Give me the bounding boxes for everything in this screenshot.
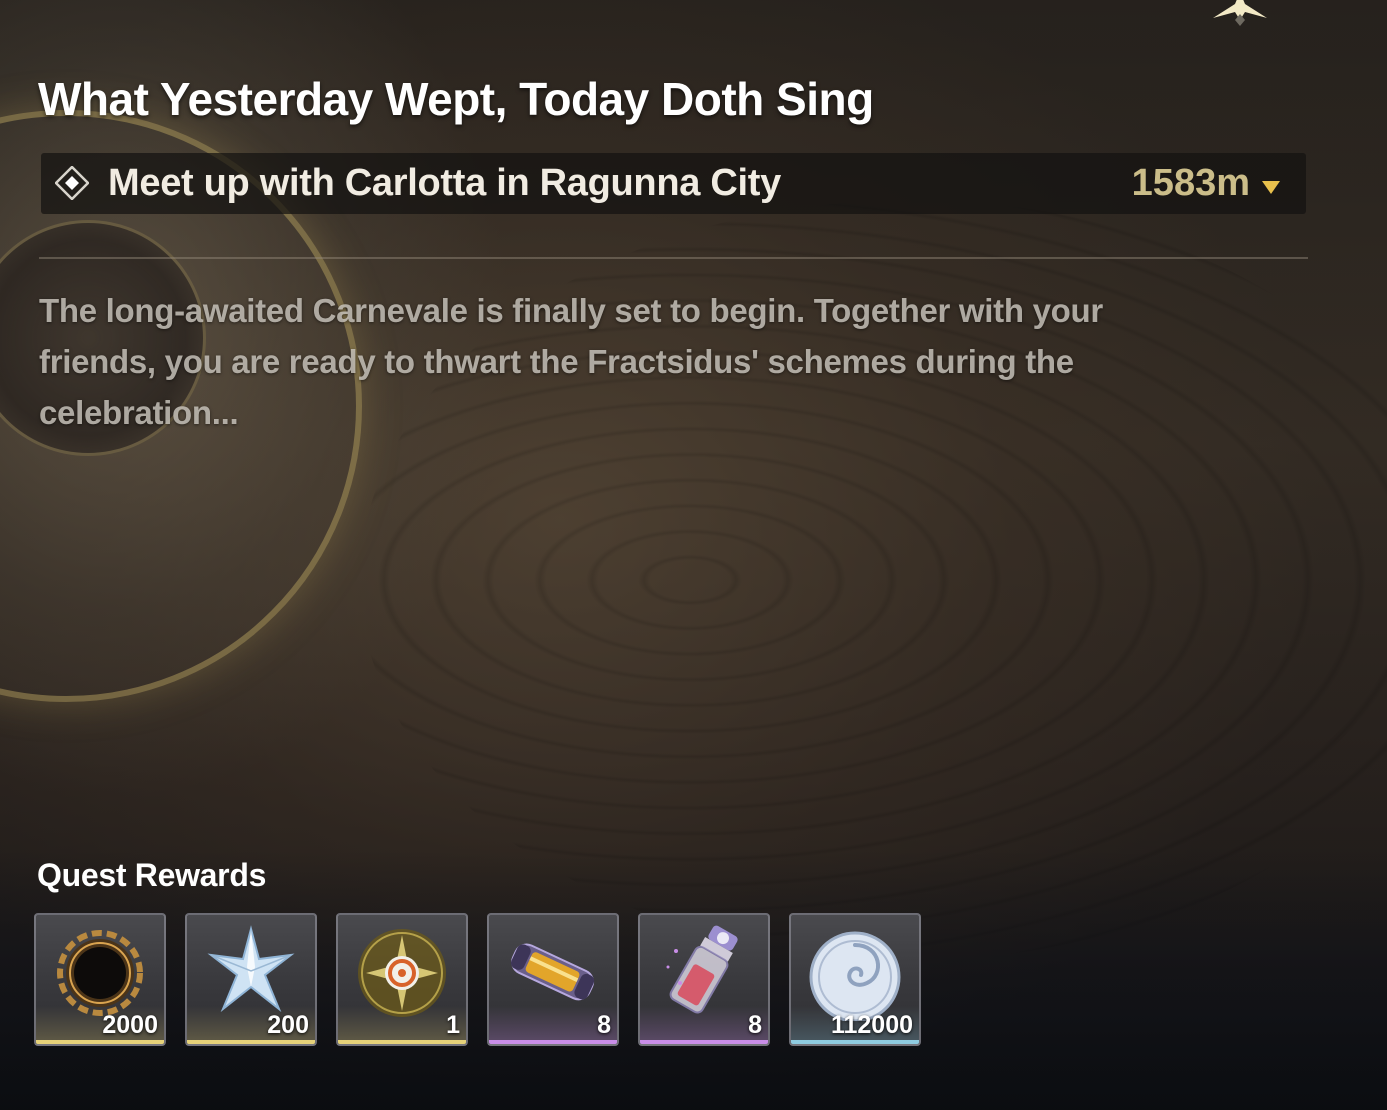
reward-quantity: 112000 bbox=[830, 1011, 913, 1039]
quest-description: The long-awaited Carnevale is finally se… bbox=[39, 292, 1103, 431]
rarity-bar bbox=[640, 1040, 768, 1044]
star-emblem-icon bbox=[1213, 0, 1267, 26]
quest-objective[interactable]: Meet up with Carlotta in Ragunna City 15… bbox=[41, 153, 1306, 214]
reward-item[interactable]: 1 bbox=[336, 913, 468, 1046]
reward-quantity: 200 bbox=[267, 1011, 309, 1039]
rewards-list: 2000 200 1 8 8 112000 bbox=[34, 913, 934, 1049]
rarity-bar bbox=[489, 1040, 617, 1044]
caret-down-icon bbox=[1262, 181, 1280, 194]
quest-screen: What Yesterday Wept, Today Doth Sing Mee… bbox=[0, 0, 1387, 1110]
rarity-bar bbox=[791, 1040, 919, 1044]
rewards-title: Quest Rewards bbox=[37, 857, 267, 893]
reward-item[interactable]: 8 bbox=[487, 913, 619, 1046]
objective-text: Meet up with Carlotta in Ragunna City bbox=[108, 162, 781, 204]
shell-coin-icon bbox=[809, 931, 901, 1021]
objective-distance: 1583m bbox=[1131, 162, 1250, 204]
reward-item[interactable]: 112000 bbox=[789, 913, 921, 1046]
reward-quantity: 1 bbox=[446, 1011, 460, 1039]
spiral-orb-icon bbox=[358, 929, 446, 1017]
dark-sun-ring-icon bbox=[57, 930, 143, 1016]
energy-capsule-icon bbox=[510, 943, 595, 1001]
reward-quantity: 8 bbox=[597, 1011, 611, 1039]
rarity-bar bbox=[338, 1040, 466, 1044]
divider bbox=[39, 257, 1308, 259]
potion-vial-icon bbox=[666, 925, 738, 1014]
reward-quantity: 8 bbox=[748, 1011, 762, 1039]
reward-item[interactable]: 200 bbox=[185, 913, 317, 1046]
reward-item[interactable]: 2000 bbox=[34, 913, 166, 1046]
star-crystal-icon bbox=[207, 925, 295, 1013]
quest-title: What Yesterday Wept, Today Doth Sing bbox=[38, 73, 874, 125]
rarity-bar bbox=[36, 1040, 164, 1044]
rarity-bar bbox=[187, 1040, 315, 1044]
diamond-marker-icon bbox=[55, 166, 89, 200]
reward-item[interactable]: 8 bbox=[638, 913, 770, 1046]
reward-quantity: 2000 bbox=[102, 1011, 158, 1039]
